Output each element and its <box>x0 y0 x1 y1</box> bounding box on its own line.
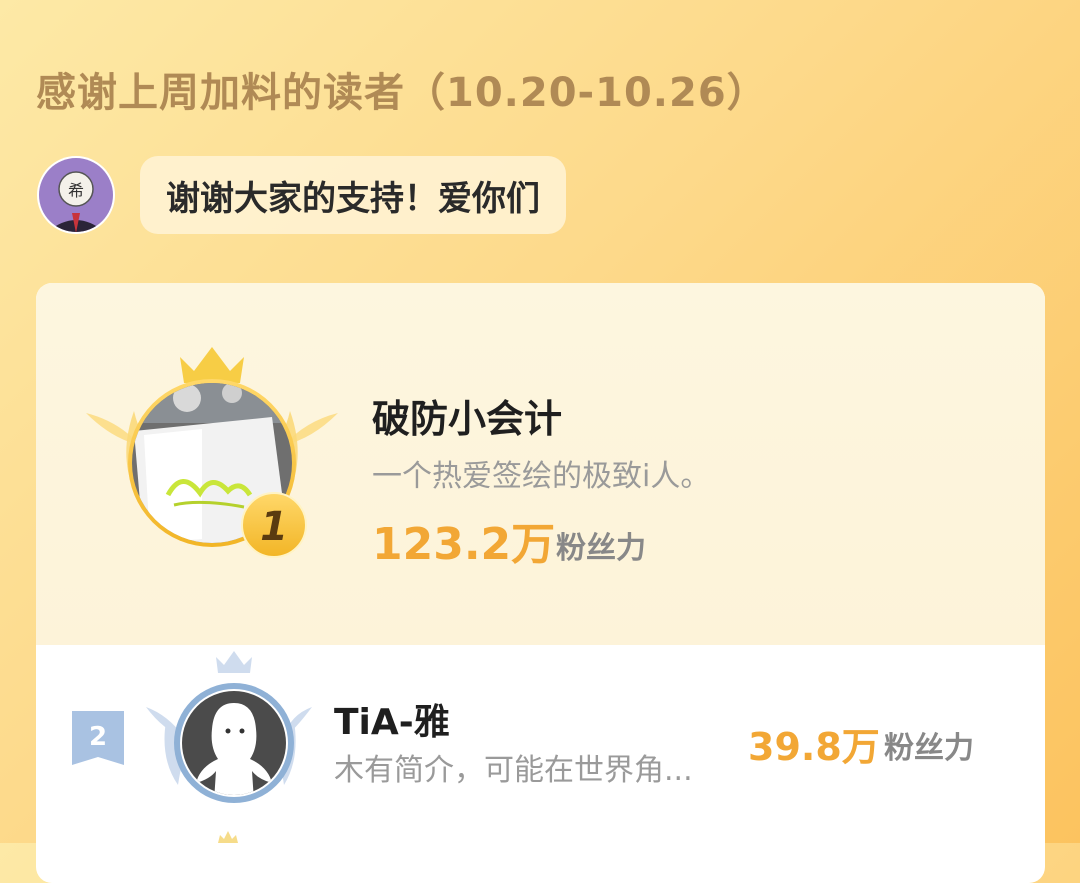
rank-2-badge: 2 <box>72 711 124 765</box>
second-place-fan-power-label: 粉丝力 <box>884 731 974 766</box>
author-message-bubble: 谢谢大家的支持！爱你们 <box>140 156 566 234</box>
second-place-name[interactable]: TiA-雅 <box>334 693 450 745</box>
third-place-crown-icon <box>218 831 238 843</box>
first-place-fan-power: 123.2万 <box>372 519 556 570</box>
first-place-emblem[interactable]: 1 <box>82 343 342 583</box>
first-place-bio: 一个热爱签绘的极致i人。 <box>372 459 711 494</box>
page-title: 感谢上周加料的读者（10.20-10.26） <box>36 70 768 116</box>
rank-number-2: 2 <box>89 722 107 752</box>
leaderboard-card: 1 破防小会计 一个热爱签绘的极致i人。 123.2万 粉丝力 2 TiA-雅 … <box>36 283 1045 883</box>
crown-icon <box>216 651 252 673</box>
first-place-name[interactable]: 破防小会计 <box>372 388 562 443</box>
rank-number-1: 1 <box>260 504 288 550</box>
crown-icon <box>180 347 244 383</box>
author-avatar-glyph: 希 <box>68 181 84 200</box>
second-place-emblem[interactable] <box>144 651 314 811</box>
first-place-fan-power-label: 粉丝力 <box>556 531 646 566</box>
second-place-bio: 木有简介，可能在世界角... <box>334 753 693 788</box>
second-place-fan-power: 39.8万 <box>748 725 880 769</box>
author-avatar[interactable]: 希 <box>36 155 116 235</box>
